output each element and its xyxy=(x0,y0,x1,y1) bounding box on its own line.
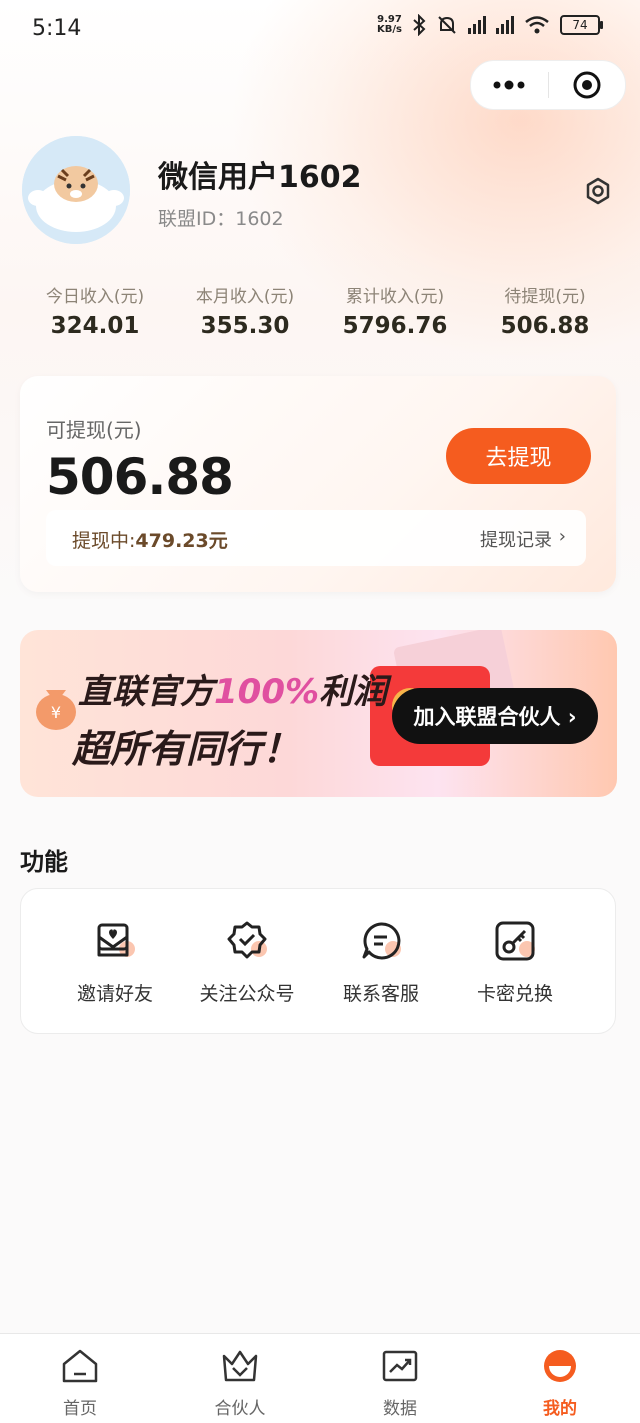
banner-subline: 超所有同行！ xyxy=(72,727,301,771)
tiger-avatar-image xyxy=(22,136,130,244)
status-icons: 9.97 KB/s 74 xyxy=(377,14,603,36)
close-miniprogram-button[interactable] xyxy=(549,61,626,109)
withdraw-button[interactable]: 去提现 xyxy=(446,428,591,484)
chart-icon xyxy=(382,1350,418,1382)
signal-icon-2 xyxy=(496,16,514,34)
more-button[interactable] xyxy=(471,61,548,109)
withdrawable-amount: 506.88 xyxy=(46,448,234,506)
nav-mine[interactable]: 我的 xyxy=(480,1334,640,1423)
chevron-right-icon: › xyxy=(558,526,566,547)
avatar[interactable] xyxy=(22,136,130,244)
profile-icon xyxy=(544,1350,576,1382)
nav-data[interactable]: 数据 xyxy=(320,1334,480,1423)
partner-crown-icon xyxy=(222,1350,258,1382)
alliance-id: 联盟ID：1602 xyxy=(158,208,284,230)
invite-envelope-icon xyxy=(97,923,135,957)
net-speed: 9.97 KB/s xyxy=(377,14,402,35)
withdraw-records-link[interactable]: 提现记录 xyxy=(480,526,552,552)
func-follow-official-account[interactable]: 关注公众号 xyxy=(177,919,317,1006)
key-card-icon xyxy=(495,921,535,961)
func-card-key-redeem[interactable]: 卡密兑换 xyxy=(445,919,585,1006)
pending-withdraw-bar: 提现中:479.23元 提现记录 › xyxy=(46,510,586,566)
balance-card: 可提现(元) 506.88 去提现 提现中:479.23元 提现记录 › xyxy=(20,376,616,592)
functions-grid: 邀请好友 关注公众号 联系客服 卡密兑换 xyxy=(20,888,616,1034)
stat-pending-withdraw[interactable]: 待提现(元) 506.88 xyxy=(470,282,620,339)
mute-bell-icon xyxy=(438,16,456,34)
username: 微信用户1602 xyxy=(158,160,362,195)
home-icon xyxy=(62,1349,98,1383)
pending-withdraw-text: 提现中:479.23元 xyxy=(72,530,228,552)
stat-today-income[interactable]: 今日收入(元) 324.01 xyxy=(20,282,170,339)
banner-headline: 直联官方100%利润 xyxy=(78,672,388,712)
more-dots-icon xyxy=(493,80,525,90)
signal-icon-1 xyxy=(468,16,486,34)
func-contact-support[interactable]: 联系客服 xyxy=(311,919,451,1006)
nav-home[interactable]: 首页 xyxy=(0,1334,160,1423)
miniprogram-capsule xyxy=(470,60,626,110)
withdrawable-label: 可提现(元) xyxy=(46,418,142,442)
status-bar: 5:14 9.97 KB/s 74 xyxy=(0,0,640,56)
settings-icon[interactable] xyxy=(583,176,613,206)
wifi-icon xyxy=(525,16,549,34)
chat-bubble-icon xyxy=(362,922,401,960)
join-partner-button[interactable]: 加入联盟合伙人 › xyxy=(392,688,598,744)
partner-promo-banner[interactable]: ¥ 直联官方100%利润 超所有同行！ 加入联盟合伙人 › xyxy=(20,630,617,797)
func-invite-friends[interactable]: 邀请好友 xyxy=(45,919,185,1006)
income-stats: 今日收入(元) 324.01 本月收入(元) 355.30 累计收入(元) 57… xyxy=(20,282,620,339)
nav-partner[interactable]: 合伙人 xyxy=(160,1334,320,1423)
functions-title: 功能 xyxy=(20,848,68,876)
battery-indicator: 74 xyxy=(560,15,603,35)
stat-total-income[interactable]: 累计收入(元) 5796.76 xyxy=(320,282,470,339)
stat-month-income[interactable]: 本月收入(元) 355.30 xyxy=(170,282,320,339)
bottom-nav: 首页 合伙人 数据 我的 xyxy=(0,1333,640,1423)
svg-text:¥: ¥ xyxy=(51,703,61,722)
verified-badge-icon xyxy=(227,921,267,959)
bluetooth-icon xyxy=(413,14,426,36)
target-close-icon xyxy=(573,71,601,99)
status-time: 5:14 xyxy=(32,16,82,41)
